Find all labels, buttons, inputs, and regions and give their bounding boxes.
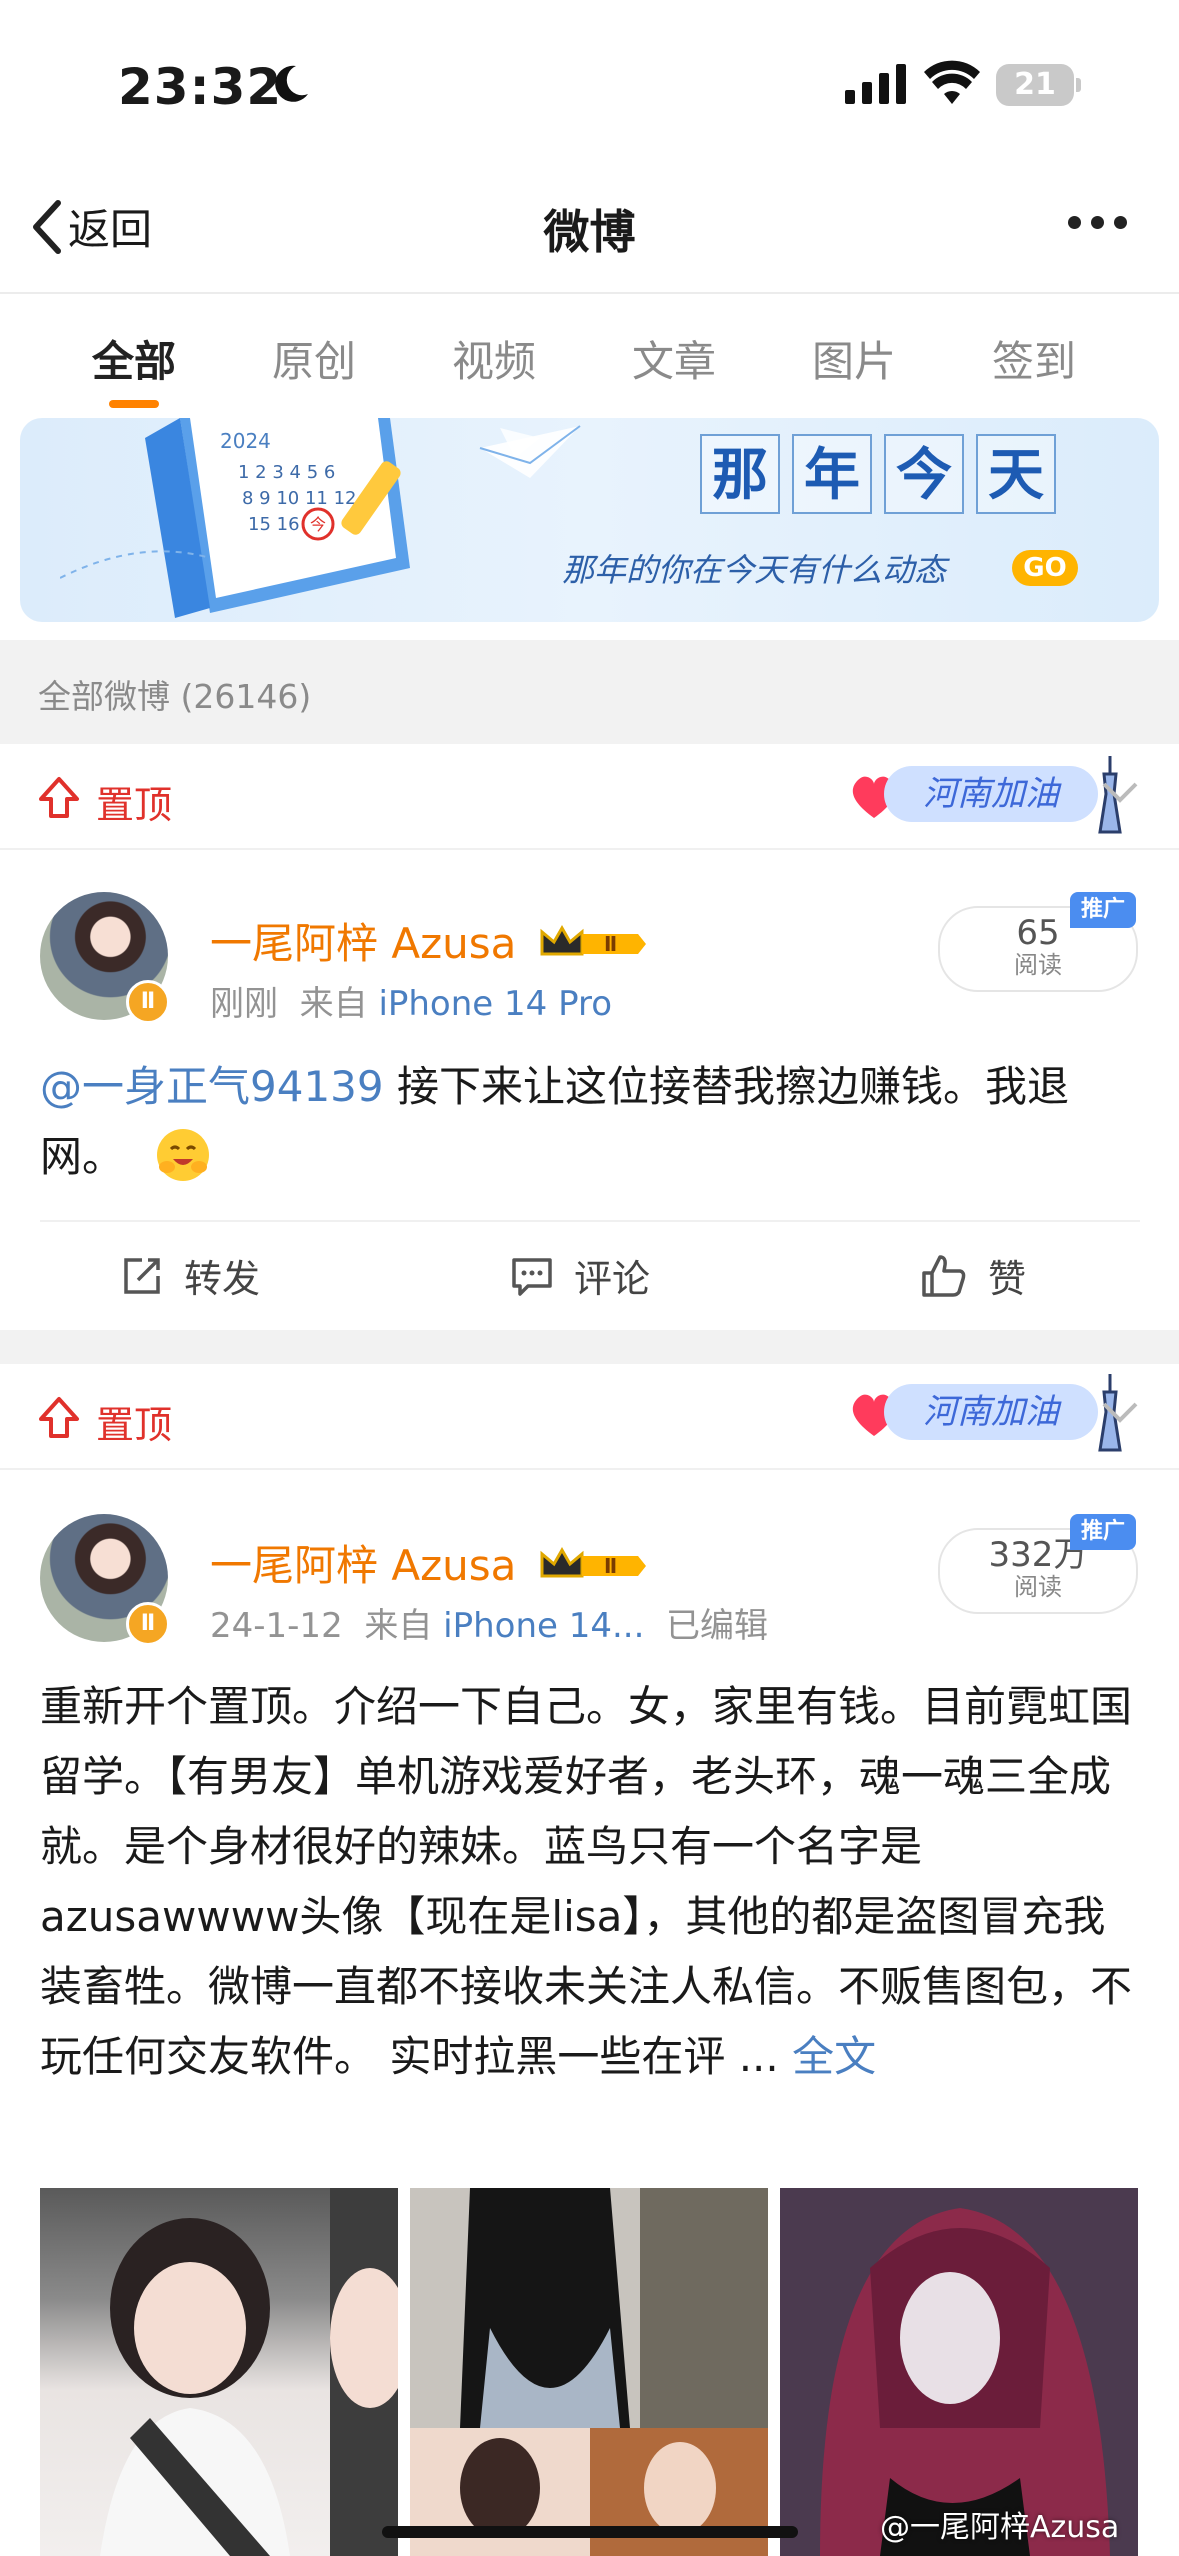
- post-body: 重新开个置顶。介绍一下自己。女，家里有钱。目前霓虹国留学。【有男友】单机游戏爱好…: [40, 1682, 1133, 2081]
- photo-hoodie-icon: [780, 2188, 1138, 2556]
- photo-portrait-icon: [100, 2188, 398, 2556]
- home-indicator[interactable]: [382, 2526, 798, 2538]
- svg-text:8 9 10 11 12: 8 9 10 11 12: [242, 488, 357, 509]
- weibo-count: 全部微博 (26146): [38, 677, 312, 716]
- tab-article[interactable]: 文章: [584, 328, 764, 389]
- watermark: @一尾阿梓Azusa: [880, 2510, 1120, 2545]
- like-button[interactable]: 赞: [920, 1248, 1026, 1303]
- post-source[interactable]: iPhone 14...: [443, 1606, 644, 1646]
- wifi-icon: [924, 60, 980, 104]
- share-icon: [124, 1257, 160, 1294]
- username[interactable]: 一尾阿梓 Azusa Ⅱ: [210, 1532, 650, 1593]
- pinned-label: 置顶: [96, 783, 173, 827]
- banner-char-2: 年: [792, 434, 872, 514]
- banner-char-4: 天: [976, 434, 1056, 514]
- username-text: 一尾阿梓 Azusa: [210, 1541, 517, 1590]
- dot-icon: [1114, 216, 1127, 229]
- post-text: @一身正气94139 接下来让这位接替我擦边赚钱。我退网。: [40, 1052, 1140, 1192]
- banner-char-1: 那: [700, 434, 780, 514]
- comment-icon: [512, 1257, 552, 1296]
- verified-badge: Ⅱ: [126, 1602, 170, 1646]
- promote-badge[interactable]: 推广: [1070, 1514, 1136, 1550]
- calendar-icon: 2024 1 2 3 4 5 6 8 9 10 11 12 15 16 今: [60, 418, 540, 618]
- promote-badge[interactable]: 推广: [1070, 892, 1136, 928]
- more-options-button[interactable]: [1068, 216, 1127, 229]
- tab-original[interactable]: 原创: [224, 328, 404, 389]
- hug-emoji-icon: [157, 1129, 210, 1181]
- page-title: 微博: [543, 205, 636, 259]
- svg-text:15 16: 15 16: [248, 514, 300, 535]
- dot-icon: [1091, 216, 1104, 229]
- nav-divider: [0, 292, 1179, 294]
- battery-tip: [1076, 78, 1081, 92]
- tab-video[interactable]: 视频: [404, 328, 584, 389]
- moon-icon: [275, 65, 308, 102]
- post-text: 重新开个置顶。介绍一下自己。女，家里有钱。目前霓虹国留学。【有男友】单机游戏爱好…: [40, 1672, 1140, 2092]
- banner-subtitle: 那年的你在今天有什么动态: [562, 551, 947, 589]
- like-label: 赞: [988, 1257, 1027, 1301]
- chevron-down-icon[interactable]: [1100, 780, 1140, 806]
- pin-icon: [39, 1397, 79, 1438]
- battery-indicator: 21: [996, 64, 1074, 106]
- paper-plane-icon: [479, 425, 581, 478]
- divider: [40, 1220, 1140, 1222]
- post-meta: 刚刚 来自 iPhone 14 Pro: [210, 976, 612, 1025]
- pin-icon: [39, 777, 79, 818]
- post-meta: 24-1-12 来自 iPhone 14... 已编辑: [210, 1598, 768, 1647]
- tab-indicator: [109, 400, 159, 408]
- pinned-label: 置顶: [96, 1403, 173, 1447]
- cellular-signal-icon: [845, 64, 906, 104]
- post-source[interactable]: iPhone 14 Pro: [378, 984, 612, 1024]
- read-more-link[interactable]: 全文: [792, 2032, 876, 2081]
- comment-label: 评论: [574, 1257, 651, 1301]
- chevron-down-icon[interactable]: [1100, 1400, 1140, 1426]
- post-photo-2[interactable]: [410, 2188, 768, 2556]
- tab-photos[interactable]: 图片: [764, 328, 944, 389]
- section-gap: [0, 1330, 1179, 1364]
- post-photo-3[interactable]: [780, 2188, 1138, 2556]
- read-label: 阅读: [1014, 1573, 1062, 1601]
- username[interactable]: 一尾阿梓 Azusa Ⅱ: [210, 910, 650, 971]
- dot-icon: [1068, 216, 1081, 229]
- tab-all[interactable]: 全部: [44, 328, 224, 389]
- source-prefix: 来自: [364, 1606, 433, 1646]
- divider: [0, 848, 1179, 850]
- svg-text:1 2 3 4 5 6: 1 2 3 4 5 6: [238, 462, 335, 483]
- henan-sticker: 河南加油: [846, 754, 1136, 834]
- repost-label: 转发: [184, 1257, 261, 1301]
- comment-button[interactable]: 评论: [510, 1248, 650, 1303]
- source-prefix: 来自: [299, 984, 368, 1024]
- svg-text:Ⅱ: Ⅱ: [604, 932, 617, 956]
- photo-collage-icon: [410, 2188, 768, 2556]
- username-text: 一尾阿梓 Azusa: [210, 919, 517, 968]
- henan-sticker: 河南加油: [846, 1372, 1136, 1452]
- read-label: 阅读: [1014, 951, 1062, 979]
- repost-button[interactable]: 转发: [120, 1248, 260, 1303]
- thumbs-up-icon: [922, 1254, 966, 1297]
- crown-level-icon: Ⅱ: [540, 1546, 646, 1578]
- henan-sticker-text: 河南加油: [884, 1384, 1098, 1440]
- divider: [0, 1468, 1179, 1470]
- banner-char-3: 今: [884, 434, 964, 514]
- edited-label: 已编辑: [666, 1606, 769, 1646]
- mention-link[interactable]: @一身正气94139: [40, 1062, 384, 1111]
- crown-level-icon: Ⅱ: [540, 924, 646, 956]
- banner-go-button[interactable]: GO: [1012, 550, 1078, 586]
- tab-checkin[interactable]: 签到: [944, 328, 1124, 389]
- svg-text:今: 今: [310, 515, 326, 534]
- post-photo-1[interactable]: [40, 2188, 398, 2556]
- post-time: 刚刚: [210, 984, 278, 1024]
- verified-badge: Ⅱ: [126, 980, 170, 1024]
- henan-sticker-text: 河南加油: [884, 766, 1098, 822]
- status-time: 23:32: [118, 58, 283, 116]
- svg-text:Ⅱ: Ⅱ: [604, 1554, 617, 1578]
- post-time: 24-1-12: [210, 1606, 343, 1646]
- svg-text:2024: 2024: [220, 429, 271, 453]
